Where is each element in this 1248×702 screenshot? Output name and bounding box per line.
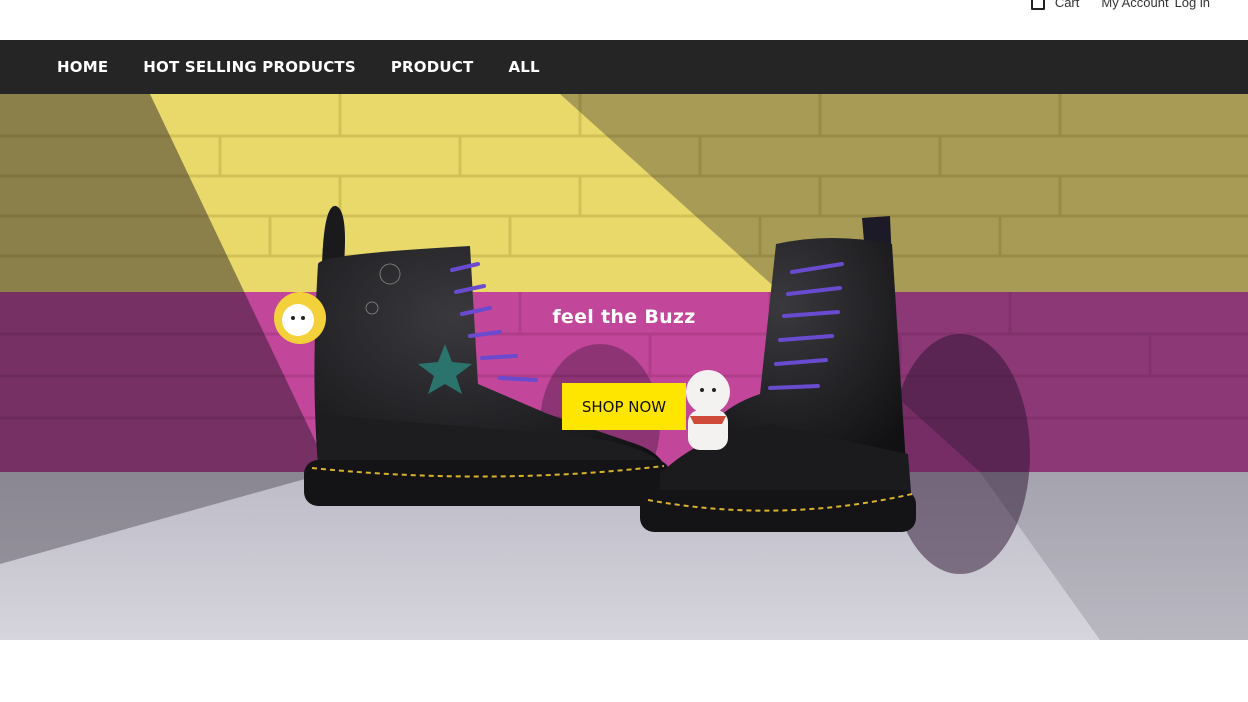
hero-headline: feel the Buzz [552,306,696,328]
nav-hot-selling-products[interactable]: HOT SELLING PRODUCTS [143,58,356,76]
account-links: Cart My Account Log in [1030,0,1210,10]
my-account-link[interactable]: My Account [1101,0,1168,10]
top-utility-bar: Cart My Account Log in [0,0,1248,40]
nav-product[interactable]: PRODUCT [391,58,474,76]
nav-all[interactable]: ALL [508,58,539,76]
hero-banner[interactable]: feel the Buzz SHOP NOW [0,94,1248,640]
shopping-bag-icon [1030,0,1045,10]
cart-link[interactable]: Cart [1030,0,1080,10]
shop-now-button[interactable]: SHOP NOW [562,383,686,430]
main-navigation: HOME HOT SELLING PRODUCTS PRODUCT ALL [0,40,1248,94]
login-link[interactable]: Log in [1175,0,1210,10]
content-area [0,640,1248,702]
nav-home[interactable]: HOME [57,58,108,76]
cart-label: Cart [1054,0,1080,10]
hero-image [0,94,1248,640]
logo-fragment[interactable] [80,0,220,6]
